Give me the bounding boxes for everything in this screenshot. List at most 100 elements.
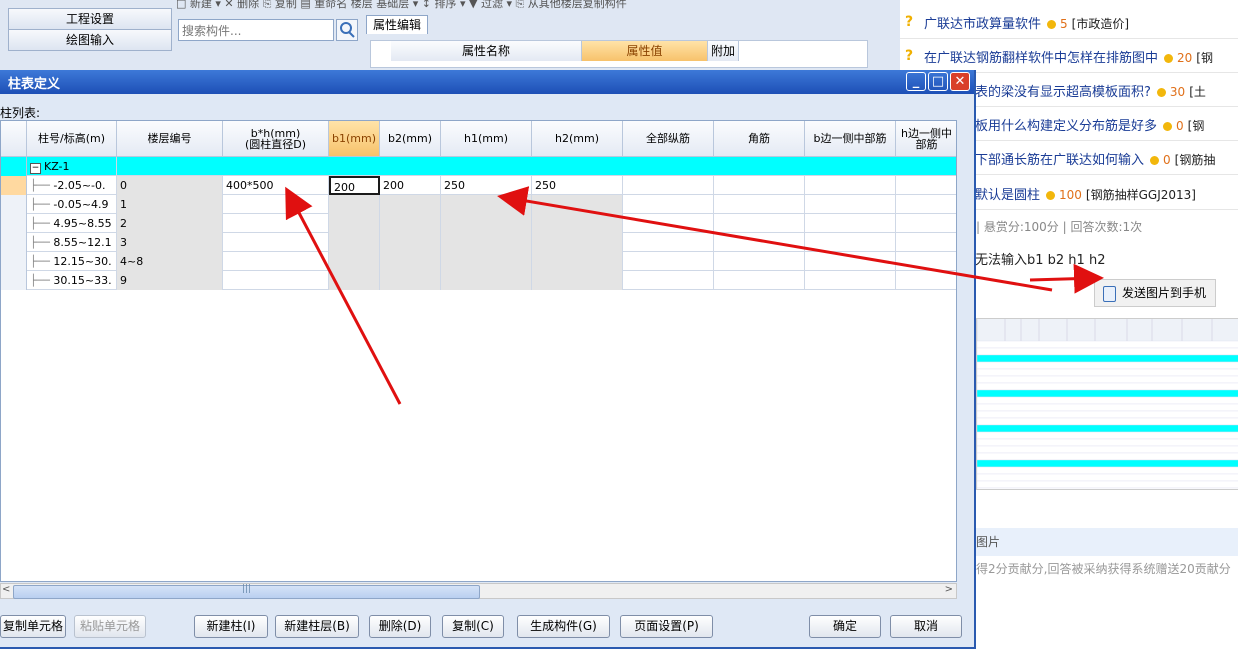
table-cell[interactable] xyxy=(223,233,329,252)
table-cell[interactable] xyxy=(223,271,329,290)
question-link[interactable]: 表的梁没有显示超高模板面积? 30 [土 xyxy=(975,81,1206,100)
row-header[interactable] xyxy=(1,195,27,214)
scrollbar-thumb[interactable]: ||| xyxy=(13,584,480,599)
maximize-button[interactable]: □ xyxy=(928,72,948,91)
table-cell[interactable] xyxy=(441,233,532,252)
column-table-grid[interactable]: 柱号/标高(m) 楼层编号 b*h(mm) (圆柱直径D) b1(mm) b2(mm) h… xyxy=(0,120,957,582)
table-cell[interactable] xyxy=(805,233,896,252)
nav-drawing-input[interactable]: 绘图输入 xyxy=(8,29,172,51)
table-cell[interactable]: 9 xyxy=(117,271,223,290)
row-header[interactable] xyxy=(1,157,27,176)
table-cell[interactable] xyxy=(329,233,380,252)
question-category[interactable]: [钢筋抽 xyxy=(1175,153,1216,167)
table-cell[interactable] xyxy=(714,214,805,233)
table-cell[interactable]: 2 xyxy=(117,214,223,233)
scroll-left-icon[interactable]: < xyxy=(2,584,10,595)
table-cell[interactable] xyxy=(623,233,714,252)
table-cell[interactable]: 3 xyxy=(117,233,223,252)
table-cell[interactable] xyxy=(896,176,956,195)
close-button[interactable]: ✕ xyxy=(950,72,970,91)
horizontal-scrollbar[interactable]: < ||| > xyxy=(0,583,957,599)
table-cell[interactable] xyxy=(441,195,532,214)
toolbar[interactable]: □ 新建 ▾ ✕ 删除 ⎘ 复制 ▤ 重命名 楼层 基础层 ▾ ↕ 排序 ▾ ▼… xyxy=(176,0,900,12)
table-cell[interactable] xyxy=(532,214,623,233)
table-cell[interactable]: ├── -2.05~-0. xyxy=(27,176,117,195)
paste-cell-button[interactable]: 粘贴单元格 xyxy=(74,615,146,638)
column-header[interactable]: 楼层编号 xyxy=(117,121,223,157)
table-cell[interactable]: ├── 8.55~12.1 xyxy=(27,233,117,252)
table-row[interactable]: ├── -0.05~4.9 1 xyxy=(1,195,956,214)
copy-cell-button[interactable]: 复制单元格 xyxy=(0,615,66,638)
column-header[interactable]: b*h(mm) (圆柱直径D) xyxy=(223,121,329,157)
question-link[interactable]: 广联达市政算量软件 5 [市政造价] xyxy=(924,13,1129,32)
table-cell[interactable] xyxy=(380,271,441,290)
table-cell[interactable]: 250 xyxy=(441,176,532,195)
table-cell[interactable]: 400*500 xyxy=(223,176,329,195)
column-header[interactable]: 全部纵筋 xyxy=(623,121,714,157)
table-cell[interactable] xyxy=(223,214,329,233)
dialog-titlebar[interactable]: 柱表定义 _ □ ✕ xyxy=(0,70,974,94)
table-cell[interactable] xyxy=(714,252,805,271)
row-header[interactable] xyxy=(1,271,27,290)
column-header[interactable]: h边一侧中部筋 xyxy=(896,121,956,157)
table-cell[interactable]: 200 xyxy=(329,176,380,195)
question-item[interactable]: ? 在广联达钢筋翻样软件中怎样在排筋图中 20 [钢 xyxy=(900,38,1238,73)
generate-component-button[interactable]: 生成构件(G) xyxy=(517,615,610,638)
table-cell[interactable] xyxy=(329,214,380,233)
question-category[interactable]: [钢 xyxy=(1188,119,1205,133)
table-cell[interactable] xyxy=(896,252,956,271)
table-cell[interactable] xyxy=(805,271,896,290)
table-cell[interactable] xyxy=(714,233,805,252)
question-link[interactable]: 板用什么构建定义分布筋是好多 0 [钢 xyxy=(975,115,1204,134)
question-category[interactable]: [土 xyxy=(1189,85,1206,99)
delete-button[interactable]: 删除(D) xyxy=(369,615,431,638)
column-header[interactable]: h2(mm) xyxy=(532,121,623,157)
table-cell[interactable] xyxy=(380,233,441,252)
question-category[interactable]: [钢筋抽样GGJ2013] xyxy=(1086,188,1196,202)
table-cell[interactable] xyxy=(532,195,623,214)
table-cell[interactable] xyxy=(805,195,896,214)
table-cell[interactable] xyxy=(532,252,623,271)
table-cell[interactable] xyxy=(380,252,441,271)
scroll-right-icon[interactable]: > xyxy=(945,584,953,595)
table-cell[interactable] xyxy=(329,195,380,214)
table-row[interactable]: ├── 12.15~30. 4~8 xyxy=(1,252,956,271)
new-column-layer-button[interactable]: 新建柱层(B) xyxy=(275,615,359,638)
table-cell[interactable] xyxy=(896,214,956,233)
thumbnail-image[interactable] xyxy=(976,318,1238,490)
question-link[interactable]: 下部通长筋在广联达如何输入 0 [钢筋抽 xyxy=(975,149,1215,168)
table-cell[interactable] xyxy=(623,176,714,195)
table-cell[interactable] xyxy=(623,214,714,233)
table-row[interactable]: ├── -2.05~-0. 0 400*500 200 200 250 250 xyxy=(1,176,956,195)
table-row[interactable]: ├── 8.55~12.1 3 xyxy=(1,233,956,252)
table-cell[interactable] xyxy=(441,252,532,271)
table-cell[interactable] xyxy=(805,214,896,233)
table-cell[interactable] xyxy=(329,271,380,290)
table-cell[interactable]: ├── 12.15~30. xyxy=(27,252,117,271)
table-cell[interactable] xyxy=(441,214,532,233)
column-header[interactable]: b边一侧中部筋 xyxy=(805,121,896,157)
collapse-toggle-icon[interactable]: − xyxy=(30,163,41,174)
group-name-cell[interactable]: − KZ-1 xyxy=(27,157,117,176)
table-cell[interactable] xyxy=(223,195,329,214)
question-category[interactable]: [钢 xyxy=(1196,51,1213,65)
table-cell[interactable]: 200 xyxy=(380,176,441,195)
table-cell[interactable] xyxy=(441,271,532,290)
table-cell[interactable] xyxy=(623,252,714,271)
table-row[interactable]: ├── 30.15~33. 9 xyxy=(1,271,956,290)
search-button[interactable] xyxy=(336,19,358,41)
table-cell[interactable] xyxy=(329,252,380,271)
table-cell[interactable]: 4~8 xyxy=(117,252,223,271)
nav-project-settings[interactable]: 工程设置 xyxy=(8,8,172,30)
question-link[interactable]: 默认是圆柱 100 [钢筋抽样GGJ2013] xyxy=(975,184,1196,203)
column-header[interactable]: 柱号/标高(m) xyxy=(27,121,117,157)
row-header[interactable] xyxy=(1,233,27,252)
row-header[interactable] xyxy=(1,214,27,233)
search-input[interactable]: 搜索构件... xyxy=(178,19,334,41)
column-header[interactable]: h1(mm) xyxy=(441,121,532,157)
table-row[interactable]: ├── 4.95~8.55 2 xyxy=(1,214,956,233)
table-cell[interactable] xyxy=(532,233,623,252)
table-cell[interactable]: 1 xyxy=(117,195,223,214)
table-cell[interactable] xyxy=(896,233,956,252)
cancel-button[interactable]: 取消 xyxy=(890,615,962,638)
